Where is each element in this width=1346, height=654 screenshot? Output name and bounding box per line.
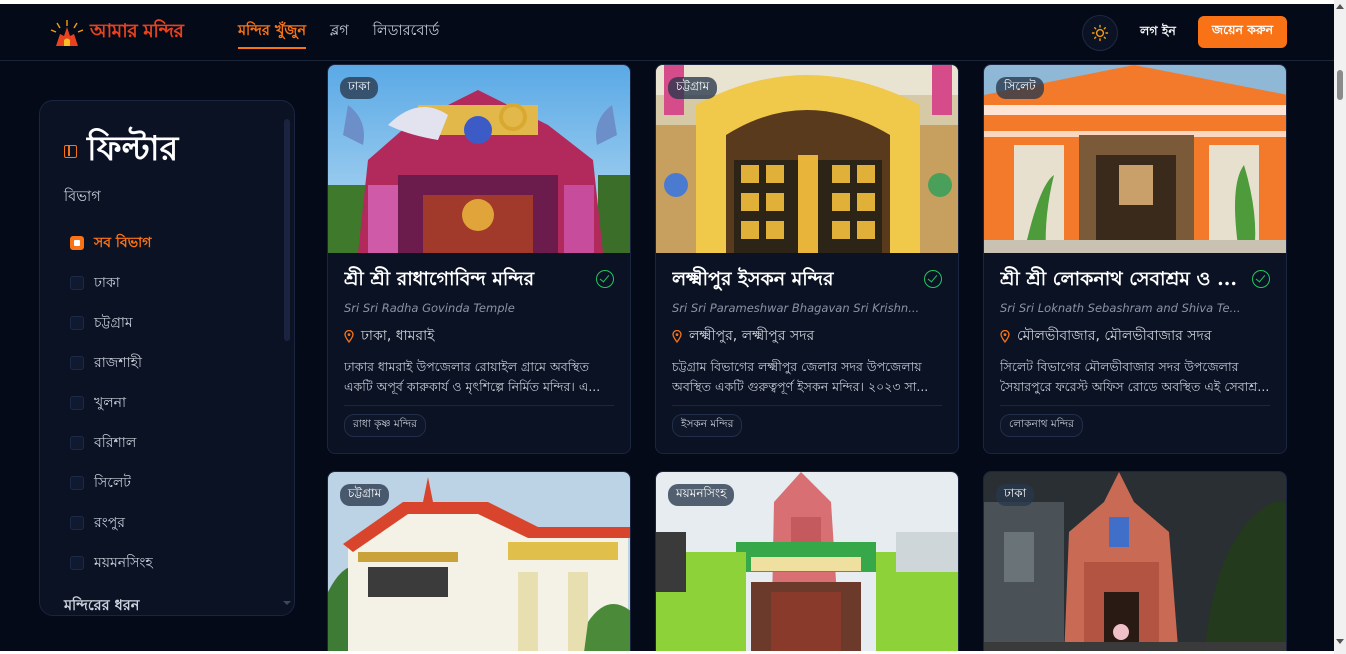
site-header: আমার মন্দির মন্দির খুঁজুন ব্লগ লিডারবোর্… (0, 4, 1334, 61)
division-badge: চট্টগ্রাম (668, 77, 718, 99)
division-label: রংপুর (94, 515, 125, 531)
theme-toggle-button[interactable] (1082, 15, 1118, 51)
checkbox[interactable] (70, 236, 84, 250)
temple-image[interactable]: ঢাকা (984, 472, 1286, 654)
checkbox[interactable] (70, 516, 84, 530)
temple-type-tag[interactable]: রাধা কৃষ্ণ মন্দির (344, 414, 426, 437)
temple-type-tag[interactable]: ইসকন মন্দির (672, 414, 743, 437)
temple-title[interactable]: শ্রী শ্রী লোকনাথ সেবাশ্রম ও ... (1000, 265, 1250, 297)
division-heading: বিভাগ (64, 189, 101, 205)
nav-leaderboard[interactable]: লিডারবোর্ড (373, 20, 440, 49)
division-badge: ঢাকা (996, 484, 1035, 506)
division-option-all[interactable]: সব বিভাগ (70, 223, 153, 263)
location-pin-icon (672, 330, 682, 343)
temple-image[interactable]: সিলেট (984, 65, 1286, 253)
division-option-chattogram[interactable]: চট্টগ্রাম (70, 303, 153, 343)
division-option-khulna[interactable]: খুলনা (70, 383, 153, 423)
temple-image[interactable]: ময়মনসিংহ (656, 472, 958, 654)
checkbox[interactable] (70, 276, 84, 290)
checkbox[interactable] (70, 396, 84, 410)
temple-logo-icon (48, 18, 86, 48)
division-label: বরিশাল (94, 435, 137, 451)
scroll-down-arrow-icon[interactable] (1336, 639, 1344, 644)
temple-card[interactable]: চট্টগ্রাম (327, 471, 631, 654)
temple-image[interactable]: ঢাকা (328, 65, 630, 253)
login-link[interactable]: লগ ইন (1140, 23, 1176, 43)
temple-english-name: Sri Sri Loknath Sebashram and Shiva Te..… (1000, 301, 1241, 315)
division-label: সিলেট (94, 475, 131, 491)
temple-description: সিলেট বিভাগের মৌলভীবাজার সদর উপজেলার সৈয… (1000, 359, 1270, 394)
divider (1000, 405, 1270, 406)
division-label: সব বিভাগ (94, 235, 152, 251)
main-nav: মন্দির খুঁজুন ব্লগ লিডারবোর্ড (238, 20, 439, 49)
temple-title[interactable]: শ্রী শ্রী রাধাগোবিন্দ মন্দির (344, 265, 594, 297)
temple-card[interactable]: ঢাকা (983, 471, 1287, 654)
division-badge: ময়মনসিংহ (668, 484, 735, 506)
location-pin-icon (344, 330, 354, 343)
sun-icon (1091, 24, 1109, 42)
verified-check-icon (1252, 270, 1270, 288)
verified-check-icon (924, 270, 942, 288)
division-label: ঢাকা (94, 275, 120, 291)
verified-check-icon (596, 270, 614, 288)
division-label: খুলনা (94, 395, 127, 411)
division-option-barishal[interactable]: বরিশাল (70, 423, 153, 463)
division-option-dhaka[interactable]: ঢাকা (70, 263, 153, 303)
scroll-up-arrow-icon[interactable] (1336, 4, 1344, 9)
logo-text: আমার মন্দির (90, 20, 184, 42)
division-badge: চট্টগ্রাম (340, 484, 390, 506)
scrollbar-thumb[interactable] (1337, 70, 1343, 100)
checkbox[interactable] (70, 316, 84, 330)
division-badge: সিলেট (996, 77, 1044, 99)
division-list: সব বিভাগ ঢাকা চট্টগ্রাম রাজশাহী খুলনা বর… (70, 223, 153, 583)
temple-english-name: Sri Sri Radha Govinda Temple (344, 301, 515, 315)
site-logo[interactable]: আমার মন্দির (48, 16, 184, 50)
join-button[interactable]: জয়েন করুন (1198, 16, 1287, 48)
division-label: রাজশাহী (94, 355, 142, 371)
division-badge: ঢাকা (340, 77, 379, 99)
division-option-rangpur[interactable]: রংপুর (70, 503, 153, 543)
temple-location: মৌলভীবাজার, মৌলভীবাজার সদর (1017, 328, 1212, 344)
temple-title[interactable]: লক্ষ্মীপুর ইসকন মন্দির (672, 265, 922, 297)
filter-sidebar: ফিল্টার বিভাগ সব বিভাগ ঢাকা চট্টগ্রাম রা… (39, 100, 295, 616)
checkbox[interactable] (70, 556, 84, 570)
division-label: চট্টগ্রাম (94, 315, 133, 331)
location-pin-icon (1000, 330, 1010, 343)
temple-card[interactable]: সিলেট শ্রী শ্রী লোকনাথ সেবাশ্রম ও ... Sr… (983, 64, 1287, 454)
temple-description: চট্টগ্রাম বিভাগের লক্ষ্মীপুর জেলার সদর উ… (672, 359, 929, 394)
page-scrollbar[interactable] (1334, 0, 1346, 654)
divider (672, 405, 942, 406)
divider (344, 405, 614, 406)
temple-card[interactable]: ময়মনসিংহ (655, 471, 959, 654)
page: আমার মন্দির মন্দির খুঁজুন ব্লগ লিডারবোর্… (0, 0, 1346, 654)
nav-blog[interactable]: ব্লগ (330, 20, 349, 49)
sidebar-scroll-down-icon[interactable] (283, 601, 291, 605)
filter-heading: ফিল্টার (64, 123, 178, 180)
temple-type-tag[interactable]: লোকনাথ মন্দির (1000, 414, 1083, 437)
sidebar-scrollbar[interactable] (284, 119, 290, 341)
division-option-rajshahi[interactable]: রাজশাহী (70, 343, 153, 383)
temple-english-name: Sri Sri Parameshwar Bhagavan Sri Krishn.… (672, 301, 920, 315)
temple-image[interactable]: চট্টগ্রাম (656, 65, 958, 253)
temple-card[interactable]: চট্টগ্রাম লক্ষ্মীপুর ইসকন মন্দির Sri Sri… (655, 64, 959, 454)
checkbox[interactable] (70, 356, 84, 370)
temple-card[interactable]: ঢাকা শ্রী শ্রী রাধাগোবিন্দ মন্দির Sri Sr… (327, 64, 631, 454)
filter-title: ফিল্টার (87, 129, 179, 169)
nav-temple-search[interactable]: মন্দির খুঁজুন (238, 20, 307, 49)
sidebar-panel-icon[interactable] (64, 145, 77, 158)
checkbox[interactable] (70, 476, 84, 490)
temple-description: ঢাকার ধামরাই উপজেলার রোয়াইল গ্রামে অবস্… (344, 359, 601, 394)
temple-type-heading: মন্দিরের ধরন (64, 598, 140, 614)
division-option-sylhet[interactable]: সিলেট (70, 463, 153, 503)
temple-image[interactable]: চট্টগ্রাম (328, 472, 630, 654)
temple-location: ঢাকা, ধামরাই (361, 328, 435, 344)
temple-location: লক্ষ্মীপুর, লক্ষ্মীপুর সদর (689, 328, 815, 344)
division-option-mymensingh[interactable]: ময়মনসিংহ (70, 543, 153, 583)
checkbox[interactable] (70, 436, 84, 450)
division-label: ময়মনসিংহ (94, 555, 153, 571)
